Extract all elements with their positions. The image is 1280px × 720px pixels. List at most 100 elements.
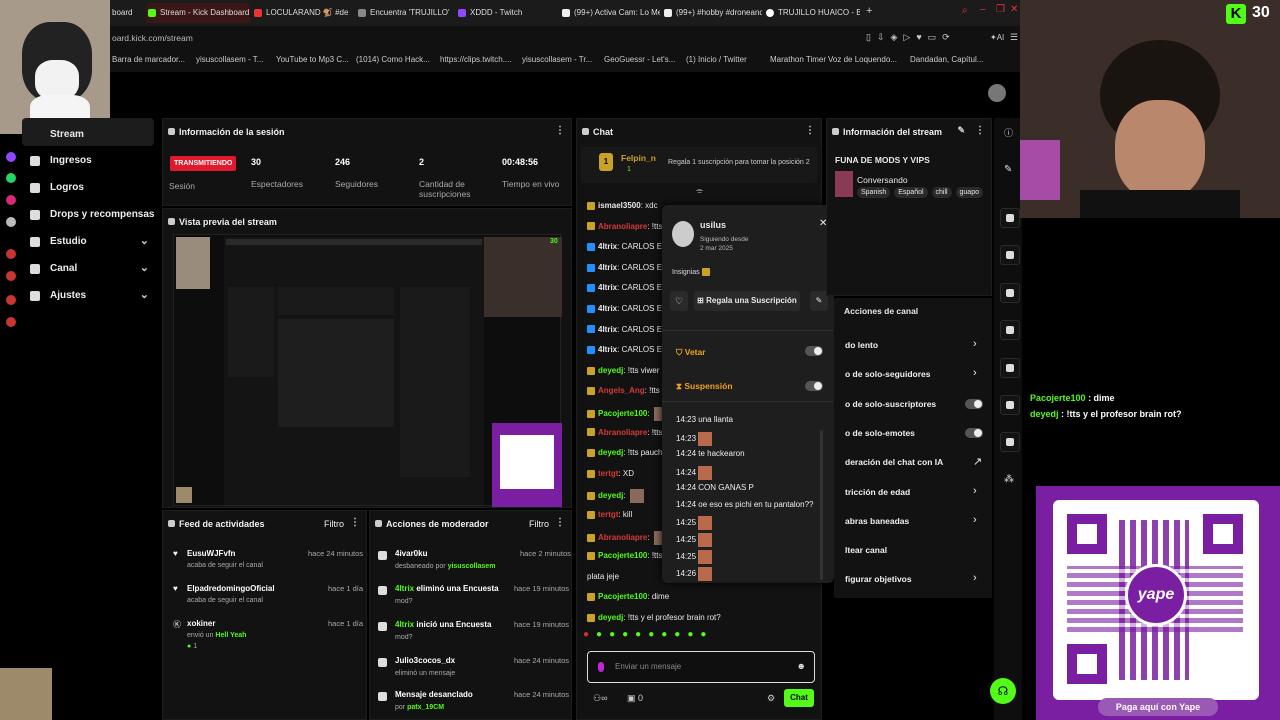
channel-action-item[interactable]: o de solo-suscriptores bbox=[845, 398, 983, 409]
chat-message[interactable]: ismael3500: xdc bbox=[587, 201, 658, 210]
address-bar-actions[interactable]: ▯⇩◈▷♥▭⟳ bbox=[866, 32, 956, 43]
tag[interactable]: chill bbox=[931, 187, 952, 198]
chat-username[interactable]: tertgt bbox=[598, 469, 618, 478]
emote-row[interactable]: ●●●●●●●●●● bbox=[583, 629, 817, 649]
chat-message[interactable]: 4ltrix: CARLOS E bbox=[587, 263, 662, 272]
toolbar-button[interactable] bbox=[1000, 358, 1020, 378]
sidebar-item-estudio[interactable]: Estudio ⌄ bbox=[30, 232, 155, 254]
tab-trujillo[interactable]: Encuentra 'TRUJILLO' en bbox=[356, 3, 452, 23]
chat-username[interactable]: Pacojerte100 bbox=[598, 409, 647, 418]
more-options-icon[interactable]: ⋮ bbox=[975, 125, 985, 136]
chat-message[interactable]: Abranoliapre: !tts bbox=[587, 428, 662, 437]
tag[interactable]: guapo bbox=[955, 187, 983, 198]
sidebar-item-ajustes[interactable]: Ajustes ⌄ bbox=[30, 286, 155, 308]
channel-action-item[interactable]: o de solo-seguidores › bbox=[845, 367, 977, 379]
chat-username[interactable]: 4ltrix bbox=[598, 304, 617, 313]
sidebar-item-logros[interactable]: Logros bbox=[30, 178, 155, 200]
mod-action-by[interactable]: yisuscollasem bbox=[448, 563, 496, 570]
send-chat-button[interactable]: Chat bbox=[784, 689, 814, 707]
chat-input-placeholder[interactable]: Enviar un mensaje bbox=[615, 662, 681, 671]
filter-button[interactable]: Filtro bbox=[529, 519, 549, 529]
chat-username[interactable]: Abranoliapre bbox=[598, 533, 647, 542]
mod-action-by[interactable]: patx_19CM bbox=[407, 704, 444, 711]
feed-user[interactable]: EusuWJFvfn bbox=[187, 549, 263, 558]
chat-username[interactable]: Pacojerte100 bbox=[598, 551, 647, 560]
toolbar-button[interactable] bbox=[1000, 283, 1020, 303]
chat-username[interactable]: Pacojerte100 bbox=[598, 592, 647, 601]
bookmark[interactable]: Barra de marcador... bbox=[112, 55, 185, 64]
chevron-right-icon[interactable]: › bbox=[973, 514, 977, 526]
channel-action-item[interactable]: deración del chat con IA ↗ bbox=[845, 456, 982, 468]
toolbar-button[interactable] bbox=[1000, 395, 1020, 415]
feed-user[interactable]: xokiner bbox=[187, 619, 246, 628]
search-tabs-icon[interactable]: ⌕ bbox=[962, 5, 968, 16]
chat-username[interactable]: Abranoliapre bbox=[598, 428, 647, 437]
twitch-icon[interactable] bbox=[6, 152, 16, 162]
chat-message[interactable]: deyedj: !tts pauchiki bbox=[587, 448, 670, 457]
toolbar-button[interactable] bbox=[1000, 320, 1020, 340]
bookmark[interactable]: Marathon Timer bbox=[770, 55, 826, 64]
chat-message[interactable]: Abranoliapre: bbox=[587, 530, 668, 545]
support-headset-icon[interactable]: ☊ bbox=[990, 678, 1016, 704]
more-options-icon[interactable]: ⋮ bbox=[555, 517, 565, 528]
emoji-icon[interactable]: ☻ bbox=[797, 661, 806, 671]
new-tab-icon[interactable]: + bbox=[866, 5, 872, 17]
mod-action-user[interactable]: 4ivar0ku bbox=[395, 549, 427, 558]
whatsapp-icon[interactable] bbox=[6, 173, 16, 183]
chat-message[interactable]: Pacojerte100: bbox=[587, 407, 668, 421]
external-link-icon[interactable]: ↗ bbox=[973, 455, 982, 468]
user-card-name[interactable]: usilus bbox=[700, 220, 726, 230]
channel-action-item[interactable]: ltear canal bbox=[845, 545, 887, 555]
expand-icon[interactable]: ⌯ bbox=[696, 185, 703, 196]
chat-settings-icon[interactable]: ⚙ bbox=[767, 693, 775, 704]
pinned-user[interactable]: Felpin_n bbox=[621, 153, 656, 163]
bookmark[interactable]: GeoGuessr - Let's... bbox=[604, 55, 675, 64]
downloads-icon[interactable] bbox=[6, 271, 16, 281]
follow-heart-button[interactable]: ♡ bbox=[670, 291, 688, 311]
chat-username[interactable]: Angels_Ang bbox=[598, 386, 645, 395]
chat-message[interactable]: Pacojerte100: dime bbox=[587, 592, 669, 601]
toolbar-button[interactable] bbox=[1000, 245, 1020, 265]
history-icon[interactable] bbox=[6, 249, 16, 259]
tab-huaico[interactable]: TRUJILLO HUAICO - Busc bbox=[764, 3, 860, 23]
sidebar-item-stream[interactable]: Stream bbox=[22, 118, 154, 146]
chevron-right-icon[interactable]: › bbox=[973, 367, 977, 379]
tab-activa-cam[interactable]: (99+) Activa Cam: Lo Mej bbox=[560, 3, 660, 23]
stream-category[interactable]: Conversando bbox=[857, 175, 908, 185]
users-icon[interactable]: ⚇∞ bbox=[593, 693, 607, 704]
chat-username[interactable]: deyedj bbox=[598, 448, 623, 457]
minimize-icon[interactable]: – bbox=[980, 4, 986, 15]
menu-icon[interactable]: ☰ bbox=[1010, 32, 1018, 43]
channel-action-item[interactable]: tricción de edad › bbox=[845, 485, 977, 497]
bookmark[interactable]: (1014) Como Hack... bbox=[356, 55, 430, 64]
x-icon[interactable] bbox=[6, 217, 16, 227]
info-icon[interactable]: ⓘ bbox=[1004, 126, 1013, 139]
tab-kick-dashboard[interactable]: Stream - Kick Dashboard bbox=[146, 3, 250, 23]
chat-username[interactable]: deyedj bbox=[598, 366, 623, 375]
more-options-icon[interactable]: ⋮ bbox=[805, 125, 815, 136]
filter-button[interactable]: Filtro bbox=[324, 519, 344, 529]
chat-message[interactable]: deyedj: !tts y el profesor brain rot? bbox=[587, 613, 721, 622]
chat-message[interactable]: tertgt: kill bbox=[587, 510, 632, 519]
more-options-icon[interactable]: ⋮ bbox=[555, 125, 565, 136]
chat-input[interactable]: Enviar un mensaje ☻ bbox=[587, 651, 815, 683]
channel-action-item[interactable]: figurar objetivos › bbox=[845, 572, 977, 584]
bookmark[interactable]: Dandadan, Capítul... bbox=[910, 55, 983, 64]
channel-action-item[interactable]: abras baneadas › bbox=[845, 514, 977, 526]
bookmark[interactable]: (1) Inicio / Twitter bbox=[686, 55, 747, 64]
ban-toggle[interactable] bbox=[805, 346, 823, 356]
edit-icon[interactable]: ✎ bbox=[957, 125, 965, 136]
chat-message[interactable]: 4ltrix: CARLOS E bbox=[587, 283, 662, 292]
gift-sub-button[interactable]: ⊞ Regala una Suscripción bbox=[694, 291, 800, 311]
points-icon[interactable]: ▣ 0 bbox=[627, 693, 643, 704]
bookmark[interactable]: yisuscollasem - T... bbox=[196, 55, 263, 64]
chat-message[interactable]: Pacojerte100: !tts oy bbox=[587, 551, 673, 560]
bookmark[interactable]: https://clips.twitch.... bbox=[440, 55, 512, 64]
maximize-icon[interactable]: ❐ bbox=[996, 4, 1005, 15]
bookmark[interactable]: yisuscollasem - Tr... bbox=[522, 55, 592, 64]
tag[interactable]: Spanish bbox=[857, 187, 891, 198]
chat-message[interactable]: deyedj: bbox=[587, 489, 644, 504]
stream-preview-video[interactable]: 30 bbox=[173, 234, 562, 507]
feed-user[interactable]: ElpadredomingoOficial bbox=[187, 584, 275, 593]
toolbar-button[interactable] bbox=[1000, 208, 1020, 228]
